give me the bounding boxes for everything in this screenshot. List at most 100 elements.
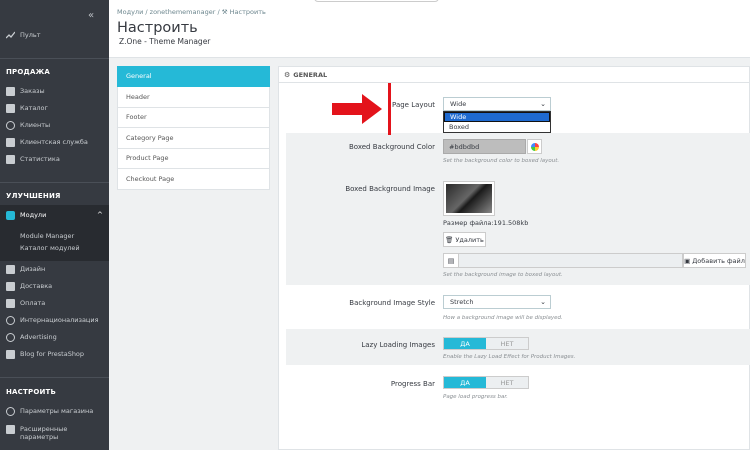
breadcrumb-item[interactable]: zonethememanager [150, 8, 216, 16]
sidebar-item-catalog[interactable]: Каталог [0, 100, 109, 116]
color-picker-button[interactable] [527, 139, 542, 154]
sidebar: « Пульт ПРОДАЖА Заказы Каталог Клиенты К… [0, 0, 109, 450]
sidebar-item-label: Интернационализация [20, 316, 99, 324]
target-icon [6, 332, 15, 342]
bg-image-style-select[interactable]: Stretch ⌄ [443, 295, 551, 309]
chat-icon [6, 137, 15, 147]
sidebar-item-label: Оплата [20, 299, 46, 307]
sidebar-item-orders[interactable]: Заказы [0, 83, 109, 99]
breadcrumb-item[interactable]: Модули [117, 8, 143, 16]
sidebar-section-title: УЛУЧШЕНИЯ [6, 192, 61, 200]
sidebar-item-label: Расширенные [20, 425, 68, 433]
tab-checkout-page[interactable]: Checkout Page [117, 169, 270, 190]
page-subtitle: Z.One - Theme Manager [119, 37, 211, 46]
toggle-no[interactable]: НЕТ [486, 377, 528, 388]
boxed-bg-color-label: Boxed Background Color [348, 143, 435, 151]
bar-chart-icon [6, 154, 15, 164]
sidebar-item-label: Параметры магазина [20, 407, 94, 415]
sidebar-item-label: Advertising [20, 333, 57, 341]
book-icon [6, 349, 15, 359]
sidebar-item-label: Дизайн [20, 265, 46, 273]
toggle-yes[interactable]: ДА [444, 338, 486, 349]
sidebar-item-modules[interactable]: Модули ^ [0, 207, 109, 223]
progress-bar-toggle[interactable]: ДА НЕТ [443, 376, 529, 389]
collapse-sidebar-icon[interactable]: « [88, 10, 94, 21]
tab-general[interactable]: General [117, 66, 270, 87]
gears-icon: ⚙ [284, 70, 291, 79]
sidebar-divider [0, 377, 109, 378]
dropdown-option-boxed[interactable]: Boxed [444, 122, 550, 132]
monitor-icon [6, 264, 15, 274]
settings-icon [6, 424, 15, 434]
sidebar-divider [0, 182, 109, 183]
sidebar-item-shop-params[interactable]: Параметры магазина [0, 403, 109, 419]
sidebar-item-label: Доставка [20, 282, 53, 290]
file-size-text: Размер файла:191.508kb [443, 219, 529, 227]
lazy-loading-label: Lazy Loading Images [361, 341, 435, 349]
boxed-bg-image-help: Set the background image to boxed layout… [443, 272, 563, 278]
sidebar-item-label: Клиенты [20, 121, 51, 129]
boxed-bg-color-help: Set the background color to boxed layout… [443, 158, 560, 164]
sidebar-item-design[interactable]: Дизайн [0, 261, 109, 277]
sidebar-item-shipping[interactable]: Доставка [0, 278, 109, 294]
page-title: Настроить [117, 20, 198, 36]
delete-image-button[interactable]: 🗑 Удалить [443, 232, 486, 247]
truck-icon [6, 281, 15, 291]
user-circle-icon [6, 120, 15, 130]
sidebar-item-international[interactable]: Интернационализация [0, 312, 109, 328]
sidebar-item-customers[interactable]: Клиенты [0, 117, 109, 133]
bg-image-style-label: Background Image Style [349, 299, 435, 307]
sidebar-subitem-module-catalog[interactable]: Каталог модулей [20, 244, 80, 252]
sidebar-item-label: Клиентская служба [20, 138, 88, 146]
sidebar-item-stats[interactable]: Статистика [0, 151, 109, 167]
sidebar-item-label: Заказы [20, 87, 45, 95]
tab-footer[interactable]: Footer [117, 107, 270, 128]
inbox-icon [6, 86, 15, 96]
sidebar-item-label: Каталог [20, 104, 48, 112]
sidebar-subitem-module-manager[interactable]: Module Manager [20, 232, 74, 240]
sidebar-divider [0, 58, 109, 59]
sidebar-item-blog[interactable]: Blog for PrestaShop [0, 346, 109, 362]
annotation-arrow-icon [332, 94, 382, 126]
gear-icon [6, 406, 15, 416]
chevron-down-icon: ⌄ [540, 298, 546, 306]
config-tabs: General Header Footer Category Page Prod… [117, 66, 270, 190]
tab-product-page[interactable]: Product Page [117, 148, 270, 169]
sidebar-item-label: параметры [20, 433, 59, 441]
sidebar-item-label: Модули [20, 211, 47, 219]
lazy-loading-help: Enable the Lazy Load Effect for Product … [443, 354, 576, 360]
color-wheel-icon [530, 142, 539, 151]
page-header: Модули / zonethememanager / ⚒ Настроить … [109, 0, 750, 58]
credit-card-icon [6, 298, 15, 308]
sidebar-item-payment[interactable]: Оплата [0, 295, 109, 311]
add-file-button[interactable]: ▣ Добавить файл [683, 253, 746, 268]
file-name-input[interactable]: ▤ [443, 253, 683, 268]
bg-image-style-help: How a background image will be displayed… [443, 315, 563, 321]
chevron-up-icon: ^ [97, 211, 103, 219]
sidebar-item-dashboard[interactable]: Пульт [0, 27, 109, 43]
page-layout-select[interactable]: Wide ⌄ [443, 97, 551, 111]
wrench-icon: ⚒ [221, 8, 228, 16]
lazy-loading-toggle[interactable]: ДА НЕТ [443, 337, 529, 350]
breadcrumb-item: Настроить [229, 8, 266, 16]
progress-bar-label: Progress Bar [390, 380, 435, 388]
top-search-bar[interactable] [314, 0, 439, 2]
panel-heading: ⚙ GENERAL [279, 67, 749, 83]
sidebar-item-label: Статистика [20, 155, 60, 163]
breadcrumb: Модули / zonethememanager / ⚒ Настроить [117, 8, 266, 16]
trash-icon: 🗑 [445, 235, 454, 244]
toggle-no[interactable]: НЕТ [486, 338, 528, 349]
tab-category-page[interactable]: Category Page [117, 128, 270, 149]
page-layout-label: Page Layout [392, 101, 435, 109]
sidebar-section-title: ПРОДАЖА [6, 68, 50, 76]
tab-header[interactable]: Header [117, 87, 270, 108]
boxed-bg-color-input[interactable]: #bdbdbd [443, 139, 526, 154]
sidebar-item-advertising[interactable]: Advertising [0, 329, 109, 345]
dropdown-option-wide[interactable]: Wide [444, 112, 550, 122]
toggle-yes[interactable]: ДА [444, 377, 486, 388]
sidebar-item-customer-service[interactable]: Клиентская служба [0, 134, 109, 150]
bg-image-thumbnail [443, 181, 495, 216]
sidebar-item-label: Blog for PrestaShop [20, 350, 85, 358]
globe-icon [6, 315, 15, 325]
puzzle-icon [6, 210, 15, 220]
